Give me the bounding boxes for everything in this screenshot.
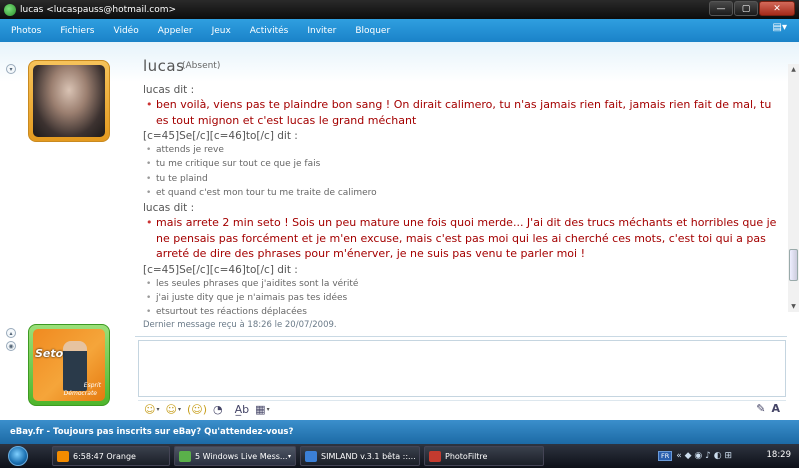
clock[interactable]: 18:29 bbox=[767, 450, 792, 460]
taskbar-item-label: SIMLAND v.3.1 bêta ::... bbox=[321, 451, 416, 461]
maximize-button[interactable]: ▢ bbox=[734, 1, 758, 16]
voice-clip-icon: ◔ bbox=[213, 403, 223, 416]
window-title-bar[interactable]: lucas <lucaspauss@hotmail.com> — ▢ ✕ bbox=[0, 0, 799, 19]
nudge-icon: (☺) bbox=[186, 403, 208, 416]
menu-video[interactable]: Vidéo bbox=[102, 26, 146, 36]
message-line: j'ai juste dity que je n'aimais pas tes … bbox=[143, 291, 783, 305]
voice-clip-button[interactable]: ◔ bbox=[213, 403, 223, 416]
scroll-down-icon[interactable]: ▼ bbox=[788, 301, 799, 312]
message-line: attends je reve bbox=[143, 143, 783, 157]
contact-photo bbox=[33, 65, 105, 137]
message-sender: lucas dit : bbox=[143, 84, 195, 96]
avatar-caption: Esprit bbox=[83, 382, 101, 389]
wink-button[interactable]: ☺ ▾ bbox=[165, 403, 180, 416]
message-line: tu te plaind bbox=[143, 172, 783, 186]
divider bbox=[135, 336, 787, 337]
emoticon-button[interactable]: ☺ ▾ bbox=[144, 403, 159, 416]
window-controls: — ▢ ✕ bbox=[709, 1, 795, 16]
menu-invite[interactable]: Inviter bbox=[296, 26, 344, 36]
start-button[interactable] bbox=[0, 444, 36, 468]
messenger-app-icon bbox=[4, 3, 16, 16]
last-message-timestamp: Dernier message reçu à 18:26 le 20/07/20… bbox=[143, 320, 337, 330]
language-indicator[interactable]: FR bbox=[658, 451, 673, 461]
menu-block[interactable]: Bloquer bbox=[344, 26, 398, 36]
orange-icon bbox=[57, 450, 69, 462]
taskbar-item-simland[interactable]: SIMLAND v.3.1 bêta ::... bbox=[300, 446, 420, 466]
browser-icon bbox=[305, 450, 317, 462]
message-line: mais arrete 2 min seto ! Sois un peu mat… bbox=[143, 215, 783, 262]
history-scrollbar[interactable]: ▲ ▼ bbox=[788, 64, 799, 312]
tray-icons[interactable]: « ◆ ◉ ♪ ◐ ⊞ bbox=[676, 451, 732, 461]
message-line: tu me critique sur tout ce que je fais bbox=[143, 157, 783, 171]
background-icon: ▦ bbox=[255, 403, 266, 416]
settings-dropdown-icon[interactable]: ▤▾ bbox=[773, 22, 787, 33]
smiley-icon: ☺ bbox=[144, 403, 156, 416]
my-display-picture: Seto Esprit Démocrate bbox=[33, 329, 105, 401]
message-input[interactable] bbox=[138, 340, 786, 397]
input-mode-switch: ✎ A bbox=[756, 402, 780, 415]
messenger-icon bbox=[179, 450, 191, 462]
contact-name: lucas bbox=[143, 57, 185, 75]
message-history: lucas dit : ben voilà, viens pas te plai… bbox=[143, 82, 783, 332]
message-sender: lucas dit : bbox=[143, 202, 195, 214]
message-sender: [c=45]Se[/c][c=46]to[/c] dit : bbox=[143, 263, 298, 276]
conversation-area: ▾ lucas (Absent) lucas dit : ben voilà, … bbox=[0, 42, 799, 420]
font-button[interactable]: A̲b bbox=[235, 403, 250, 416]
conversation-menu-bar: Photos Fichiers Vidéo Appeler Jeux Activ… bbox=[0, 19, 799, 42]
contact-avatar[interactable] bbox=[28, 60, 110, 142]
nudge-button[interactable]: (☺) bbox=[187, 403, 207, 416]
menu-call[interactable]: Appeler bbox=[147, 26, 201, 36]
menu-photos[interactable]: Photos bbox=[0, 26, 49, 36]
minimize-button[interactable]: — bbox=[709, 1, 733, 16]
taskbar-item-label: 6:58:47 Orange bbox=[73, 451, 136, 461]
background-button[interactable]: ▦ ▾ bbox=[255, 403, 269, 416]
ad-link[interactable]: eBay.fr - Toujours pas inscrits sur eBay… bbox=[10, 427, 293, 437]
collapse-contact-panel-icon[interactable]: ▾ bbox=[6, 64, 16, 74]
message-line: ben voilà, viens pas te plaindre bon san… bbox=[143, 97, 783, 128]
taskbar-item-label: PhotoFiltre bbox=[445, 451, 488, 461]
taskbar-item-messenger[interactable]: 5 Windows Live Mess... ▾ bbox=[174, 446, 296, 466]
wink-icon: ☺ bbox=[165, 403, 177, 416]
message-line: les seules phrases que j'aidites sont la… bbox=[143, 277, 783, 291]
taskbar-item-photofiltre[interactable]: PhotoFiltre bbox=[424, 446, 544, 466]
menu-activities[interactable]: Activités bbox=[239, 26, 297, 36]
collapse-own-panel-icon[interactable]: ▴ bbox=[6, 328, 16, 338]
message-sender: [c=45]Se[/c][c=46]to[/c] dit : bbox=[143, 130, 298, 143]
scroll-up-icon[interactable]: ▲ bbox=[788, 64, 799, 75]
scrollbar-thumb[interactable] bbox=[789, 249, 798, 281]
message-line: et quand c'est mon tour tu me traite de … bbox=[143, 186, 783, 200]
close-button[interactable]: ✕ bbox=[759, 1, 795, 16]
avatar-caption: Démocrate bbox=[63, 390, 97, 397]
taskbar-item-label: 5 Windows Live Mess... bbox=[195, 451, 288, 461]
text-mode-icon[interactable]: A bbox=[771, 402, 780, 415]
photofiltre-icon bbox=[429, 450, 441, 462]
window-title: lucas <lucaspauss@hotmail.com> bbox=[20, 4, 177, 15]
webcam-toggle-icon[interactable]: ◉ bbox=[6, 341, 16, 351]
compose-toolbar: ☺ ▾ ☺ ▾ (☺) ◔ A̲b ▦ ▾ ✎ A bbox=[138, 400, 786, 418]
message-line: etsurtout tes réactions déplacées bbox=[143, 305, 783, 319]
windows-taskbar: 6:58:47 Orange 5 Windows Live Mess... ▾ … bbox=[0, 444, 799, 468]
system-tray: FR « ◆ ◉ ♪ ◐ ⊞ bbox=[658, 444, 732, 468]
taskbar-item-orange[interactable]: 6:58:47 Orange bbox=[52, 446, 170, 466]
ad-banner[interactable]: eBay.fr - Toujours pas inscrits sur eBay… bbox=[0, 420, 799, 444]
menu-files[interactable]: Fichiers bbox=[49, 26, 102, 36]
my-avatar[interactable]: Seto Esprit Démocrate bbox=[28, 324, 110, 406]
contact-status: (Absent) bbox=[182, 61, 221, 71]
chevron-down-icon: ▾ bbox=[287, 452, 291, 460]
font-icon: A̲b bbox=[234, 403, 250, 416]
menu-games[interactable]: Jeux bbox=[201, 26, 239, 36]
windows-logo-icon bbox=[8, 446, 28, 466]
avatar-caption: Seto bbox=[35, 347, 64, 360]
handwriting-icon[interactable]: ✎ bbox=[756, 402, 765, 415]
